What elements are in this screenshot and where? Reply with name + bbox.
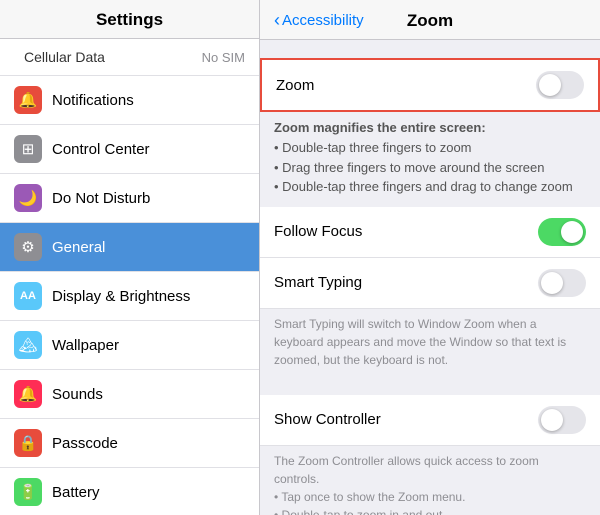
display-brightness-label: Display & Brightness	[52, 288, 190, 305]
cellular-label: Cellular Data	[24, 49, 105, 65]
follow-focus-toggle[interactable]	[538, 218, 586, 246]
back-label[interactable]: Accessibility	[282, 12, 364, 29]
notifications-label: Notifications	[52, 92, 134, 109]
show-controller-toggle[interactable]	[538, 406, 586, 434]
sidebar-title: Settings	[0, 0, 259, 39]
show-controller-label: Show Controller	[274, 411, 538, 428]
zoom-section: Zoom	[260, 58, 600, 112]
sidebar: Settings Cellular Data No SIM 🔔 Notificat…	[0, 0, 260, 515]
zoom-row: Zoom	[260, 58, 600, 112]
sidebar-item-sounds[interactable]: 🔔 Sounds	[0, 370, 259, 419]
sidebar-item-battery[interactable]: 🔋 Battery	[0, 468, 259, 515]
smart-typing-row: Smart Typing	[260, 258, 600, 309]
general-icon: ⚙	[14, 233, 42, 261]
sidebar-item-passcode[interactable]: 🔒 Passcode	[0, 419, 259, 468]
sidebar-item-notifications[interactable]: 🔔 Notifications	[0, 76, 259, 125]
follow-focus-section: Follow Focus Smart Typing	[260, 207, 600, 309]
cellular-value: No SIM	[202, 50, 245, 65]
sounds-label: Sounds	[52, 386, 103, 403]
zoom-bullet: Drag three fingers to move around the sc…	[274, 158, 586, 178]
wallpaper-label: Wallpaper	[52, 337, 119, 354]
sidebar-item-wallpaper[interactable]: 🏔 Wallpaper	[0, 321, 259, 370]
sidebar-item-do-not-disturb[interactable]: 🌙 Do Not Disturb	[0, 174, 259, 223]
wallpaper-icon: 🏔	[14, 331, 42, 359]
control-center-label: Control Center	[52, 141, 150, 158]
sidebar-item-control-center[interactable]: ⊞ Control Center	[0, 125, 259, 174]
passcode-label: Passcode	[52, 435, 118, 452]
sidebar-item-general[interactable]: ⚙ General	[0, 223, 259, 272]
page-title: Zoom	[407, 11, 453, 31]
show-controller-section: Show Controller	[260, 395, 600, 446]
do-not-disturb-label: Do Not Disturb	[52, 190, 150, 207]
sidebar-item-display-brightness[interactable]: AA Display & Brightness	[0, 272, 259, 321]
passcode-icon: 🔒	[14, 429, 42, 457]
smart-typing-toggle[interactable]	[538, 269, 586, 297]
zoom-description-text: Double-tap three fingers to zoomDrag thr…	[274, 138, 586, 197]
main-panel: ‹ Accessibility Zoom Zoom Zoom magnifies…	[260, 0, 600, 515]
show-controller-row: Show Controller	[260, 395, 600, 446]
main-header: ‹ Accessibility Zoom	[260, 0, 600, 40]
notifications-icon: 🔔	[14, 86, 42, 114]
back-button[interactable]: ‹ Accessibility	[274, 10, 364, 31]
smart-typing-label: Smart Typing	[274, 274, 538, 291]
controller-description: The Zoom Controller allows quick access …	[260, 446, 600, 515]
battery-label: Battery	[52, 484, 100, 501]
battery-icon: 🔋	[14, 478, 42, 506]
follow-focus-label: Follow Focus	[274, 223, 538, 240]
do-not-disturb-icon: 🌙	[14, 184, 42, 212]
control-center-icon: ⊞	[14, 135, 42, 163]
zoom-label: Zoom	[276, 77, 536, 94]
zoom-bullet: Double-tap three fingers to zoom	[274, 138, 586, 158]
general-label: General	[52, 239, 105, 256]
sidebar-item-cellular[interactable]: Cellular Data No SIM	[0, 39, 259, 76]
zoom-bullet: Double-tap three fingers and drag to cha…	[274, 177, 586, 197]
zoom-description: Zoom magnifies the entire screen: Double…	[260, 112, 600, 207]
display-brightness-icon: AA	[14, 282, 42, 310]
zoom-description-title: Zoom magnifies the entire screen:	[274, 120, 586, 135]
sounds-icon: 🔔	[14, 380, 42, 408]
smart-typing-description: Smart Typing will switch to Window Zoom …	[260, 309, 600, 377]
follow-focus-row: Follow Focus	[260, 207, 600, 258]
back-chevron-icon: ‹	[274, 10, 280, 31]
zoom-toggle[interactable]	[536, 71, 584, 99]
